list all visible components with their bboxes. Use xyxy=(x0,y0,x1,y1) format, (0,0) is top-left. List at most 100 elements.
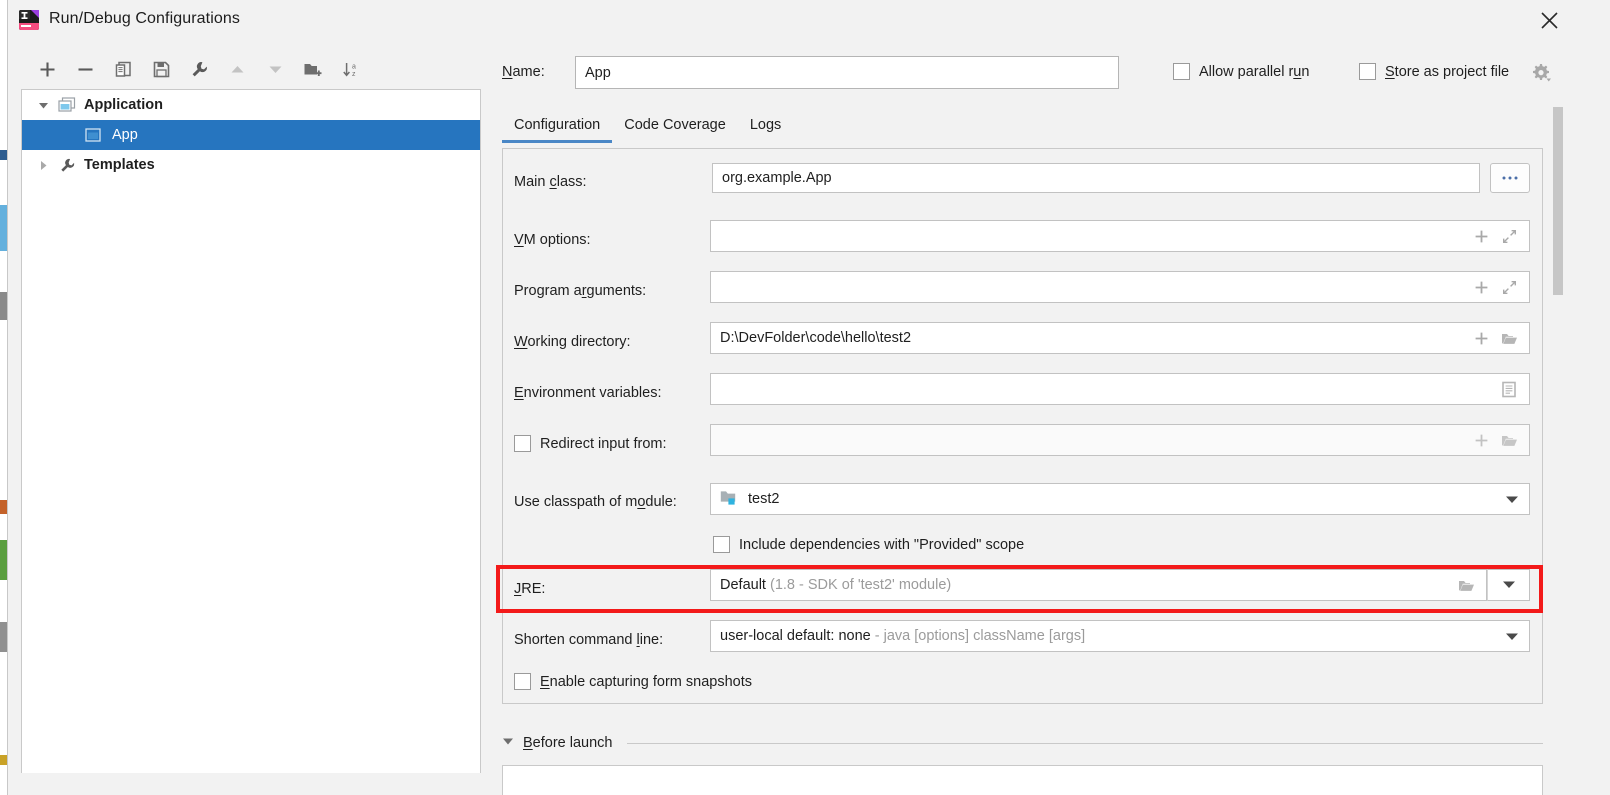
vm-options-field[interactable] xyxy=(710,220,1530,252)
tree-item-label: Application xyxy=(84,97,163,113)
application-icon xyxy=(82,127,104,143)
folder-icon[interactable] xyxy=(1453,572,1479,598)
jre-dropdown-button[interactable] xyxy=(1487,569,1530,601)
checkbox-box[interactable] xyxy=(514,673,531,690)
main-class-browse-button[interactable] xyxy=(1490,163,1530,193)
configuration-form-panel: Main class: org.example.App VM options: xyxy=(502,148,1543,704)
tab-configuration[interactable]: Configuration xyxy=(502,112,613,143)
folder-icon[interactable] xyxy=(1496,325,1522,351)
jre-field[interactable]: Default (1.8 - SDK of 'test2' module) xyxy=(710,569,1487,601)
twisty-expanded-icon[interactable] xyxy=(502,735,514,751)
plus-icon[interactable] xyxy=(1468,325,1494,351)
use-classpath-of-module-label: Use classpath of module: xyxy=(514,494,677,510)
sort-configurations-button[interactable]: a z xyxy=(334,52,368,86)
before-launch-label: Before launch xyxy=(523,735,613,751)
intellij-idea-icon xyxy=(18,9,40,31)
move-down-button[interactable] xyxy=(258,52,292,86)
vertical-scrollbar-thumb[interactable] xyxy=(1553,107,1563,295)
new-folder-button[interactable] xyxy=(296,52,330,86)
ellipsis-icon xyxy=(1502,176,1518,180)
enable-capturing-form-snapshots-checkbox[interactable]: Enable capturing form snapshots xyxy=(514,673,752,690)
dialog-window: Run/Debug Configurations a z Application… xyxy=(7,0,1610,795)
tab-logs[interactable]: Logs xyxy=(738,112,793,143)
environment-variables-field[interactable] xyxy=(710,373,1530,405)
module-folder-icon xyxy=(720,489,739,509)
main-class-field[interactable]: org.example.App xyxy=(712,163,1480,193)
name-input[interactable] xyxy=(575,56,1119,89)
checkbox-box[interactable] xyxy=(1359,63,1376,80)
wrench-icon xyxy=(56,157,78,174)
plus-icon[interactable] xyxy=(1468,223,1494,249)
main-class-value: org.example.App xyxy=(722,170,832,186)
tree-item-app[interactable]: App xyxy=(22,120,480,150)
title-bar: Run/Debug Configurations xyxy=(8,0,1610,40)
run-debug-configurations-dialog: Run/Debug Configurations a z Application… xyxy=(0,0,1610,795)
remove-configuration-button[interactable] xyxy=(68,52,102,86)
jre-value: Default (1.8 - SDK of 'test2' module) xyxy=(711,577,951,593)
list-icon[interactable] xyxy=(1496,376,1522,402)
dialog-title: Run/Debug Configurations xyxy=(49,10,240,27)
name-label: Name: xyxy=(502,64,545,80)
tab-bar: Configuration Code Coverage Logs xyxy=(502,112,793,148)
redirect-input-from-checkbox[interactable]: Redirect input from: xyxy=(514,435,667,452)
tab-active-indicator xyxy=(738,140,793,143)
move-up-button[interactable] xyxy=(220,52,254,86)
shorten-command-line-label: Shorten command line: xyxy=(514,632,664,648)
program-arguments-label: Program arguments: xyxy=(514,283,647,299)
include-provided-scope-label: Include dependencies with "Provided" sco… xyxy=(739,536,1025,553)
svg-text:a: a xyxy=(352,63,356,70)
copy-configuration-button[interactable] xyxy=(106,52,140,86)
folder-icon[interactable] xyxy=(1496,427,1522,453)
close-icon[interactable] xyxy=(1521,2,1577,38)
tab-active-indicator xyxy=(502,140,613,143)
before-launch-tasks-panel[interactable] xyxy=(502,765,1543,795)
use-classpath-of-module-value: test2 xyxy=(748,491,780,507)
add-configuration-button[interactable] xyxy=(30,52,64,86)
chevron-down-icon[interactable] xyxy=(1502,577,1516,593)
configurations-tree[interactable]: Application App Templates xyxy=(21,89,481,773)
checkbox-box[interactable] xyxy=(514,435,531,452)
save-configuration-button[interactable] xyxy=(144,52,178,86)
plus-icon[interactable] xyxy=(1468,427,1494,453)
tab-label: Code Coverage xyxy=(624,117,726,133)
jre-value-dim: (1.8 - SDK of 'test2' module) xyxy=(769,577,952,593)
working-directory-label: Working directory: xyxy=(514,334,631,350)
checkbox-box[interactable] xyxy=(1173,63,1190,80)
program-arguments-field[interactable] xyxy=(710,271,1530,303)
expand-icon[interactable] xyxy=(1496,223,1522,249)
working-directory-field[interactable]: D:\DevFolder\code\hello\test2 xyxy=(710,322,1530,354)
redirect-input-from-field[interactable] xyxy=(710,424,1530,456)
store-as-project-file-checkbox[interactable]: Store as project file xyxy=(1359,63,1509,80)
tab-label: Configuration xyxy=(514,117,601,133)
include-provided-scope-checkbox[interactable]: Include dependencies with "Provided" sco… xyxy=(713,536,1024,553)
allow-parallel-run-label: Allow parallel run xyxy=(1199,63,1310,80)
store-as-project-file-label: Store as project file xyxy=(1385,63,1510,80)
tab-label: Logs xyxy=(749,117,782,133)
tree-item-application[interactable]: Application xyxy=(22,90,480,120)
shorten-command-line-combo[interactable]: user-local default: none - java [options… xyxy=(710,620,1530,652)
chevron-down-icon[interactable] xyxy=(1495,632,1529,641)
shorten-command-line-value-dim: - java [options] className [args] xyxy=(874,628,1086,644)
shorten-command-line-value-strong: user-local default: none xyxy=(720,628,871,644)
redirect-input-from-label: Redirect input from: xyxy=(540,435,667,452)
allow-parallel-run-checkbox[interactable]: Allow parallel run xyxy=(1173,63,1309,80)
twisty-expanded-icon[interactable] xyxy=(30,100,56,111)
environment-variables-label: Environment variables: xyxy=(514,385,662,401)
gear-dropdown-icon[interactable] xyxy=(1529,61,1553,85)
tree-item-templates[interactable]: Templates xyxy=(22,150,480,180)
tab-code-coverage[interactable]: Code Coverage xyxy=(612,112,738,143)
tree-item-label: App xyxy=(112,127,138,143)
plus-icon[interactable] xyxy=(1468,274,1494,300)
tab-active-indicator xyxy=(612,140,738,143)
checkbox-box[interactable] xyxy=(713,536,730,553)
use-classpath-of-module-combo[interactable]: test2 xyxy=(710,483,1530,515)
before-launch-section: Before launch xyxy=(502,735,1543,751)
expand-icon[interactable] xyxy=(1496,274,1522,300)
edit-templates-button[interactable] xyxy=(182,52,216,86)
vm-options-label: VM options: xyxy=(514,232,591,248)
main-class-label: Main class: xyxy=(514,174,587,190)
chevron-down-icon[interactable] xyxy=(1495,495,1529,504)
enable-capturing-form-snapshots-label: Enable capturing form snapshots xyxy=(540,673,752,690)
application-icon xyxy=(56,97,78,113)
twisty-collapsed-icon[interactable] xyxy=(30,160,56,171)
